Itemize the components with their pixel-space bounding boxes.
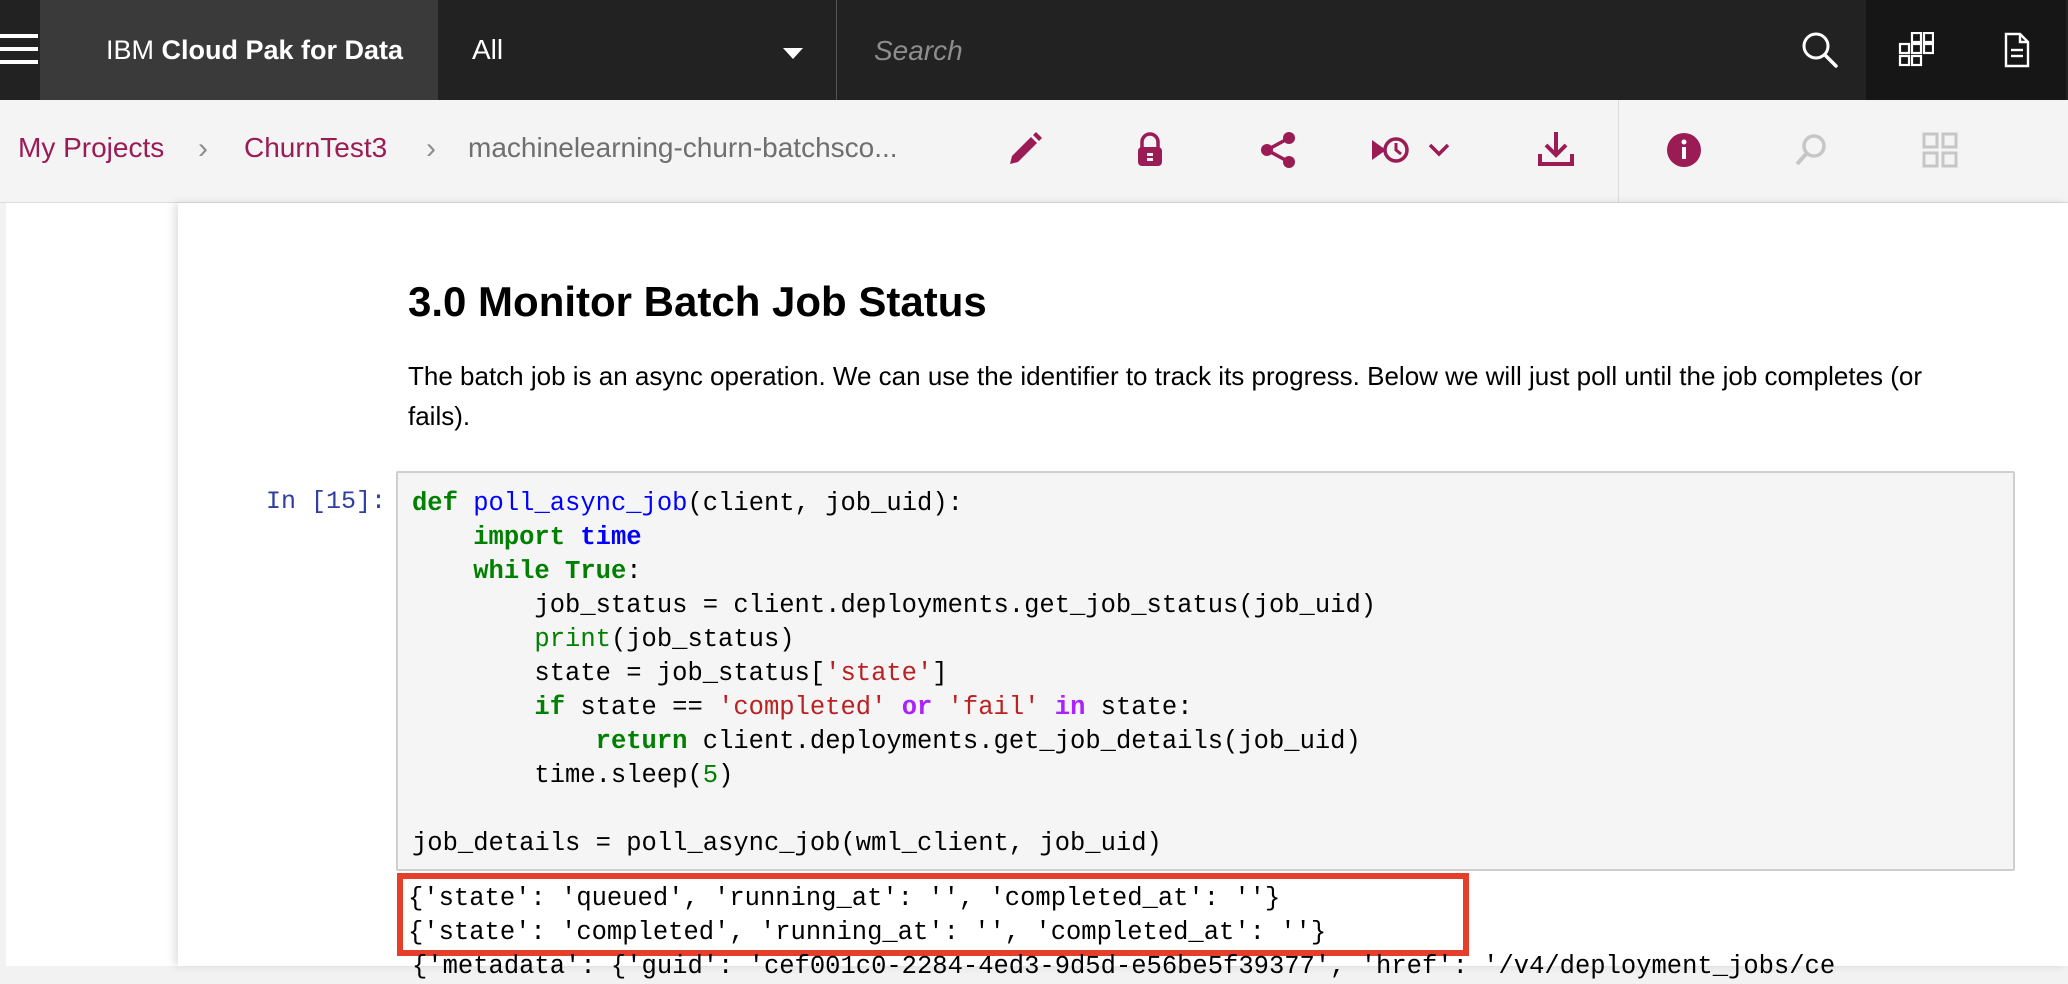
brand-name: Cloud Pak for Data — [161, 35, 404, 65]
cell-output-truncated-line: {'metadata': {'guid': 'cef001c0-2284-4ed… — [412, 952, 1836, 981]
code-cell[interactable]: def poll_async_job(client, job_uid): imp… — [396, 471, 2015, 871]
brand-prefix: IBM — [106, 35, 155, 65]
search-scope-value: All — [472, 34, 504, 65]
menu-icon[interactable] — [0, 34, 40, 66]
code-editor[interactable]: def poll_async_job(client, job_uid): imp… — [412, 487, 1376, 861]
download-icon[interactable] — [1532, 126, 1580, 174]
search-input[interactable] — [872, 28, 1756, 74]
share-icon[interactable] — [1254, 126, 1302, 174]
breadcrumb-separator-icon: › — [198, 132, 208, 165]
info-icon[interactable] — [1660, 126, 1708, 174]
edit-icon[interactable] — [1000, 126, 1048, 174]
breadcrumb-project[interactable]: ChurnTest3 — [244, 132, 387, 164]
highlight-box — [397, 873, 1469, 956]
documentation-button[interactable] — [1966, 0, 2066, 100]
find-icon — [1788, 126, 1836, 174]
top-header: IBM Cloud Pak for Data All — [0, 0, 2068, 100]
document-icon — [2004, 32, 2030, 68]
markdown-paragraph: The batch job is an async operation. We … — [408, 361, 1923, 431]
markdown-heading: 3.0 Monitor Batch Job Status — [408, 278, 987, 325]
toolbar-divider — [1618, 100, 1619, 202]
chevron-down-icon — [783, 48, 803, 59]
grid-icon — [1916, 126, 1964, 174]
search-bar — [838, 0, 1866, 100]
app-switcher-icon — [1898, 32, 1934, 67]
product-brand[interactable]: IBM Cloud Pak for Data — [40, 0, 438, 100]
app-switcher-button[interactable] — [1866, 0, 1966, 100]
project-toolbar: My Projects › ChurnTest3 › machinelearni… — [0, 100, 2068, 203]
lock-icon[interactable] — [1126, 126, 1174, 174]
version-history-icon[interactable] — [1368, 126, 1468, 174]
breadcrumb-notebook-name: machinelearning-churn-batchsco... — [468, 132, 898, 163]
breadcrumb-my-projects[interactable]: My Projects — [18, 132, 164, 164]
search-scope-dropdown[interactable]: All — [438, 0, 837, 100]
breadcrumb-separator-icon: › — [426, 132, 436, 165]
search-icon[interactable] — [1800, 30, 1840, 70]
cell-prompt: In [15]: — [265, 487, 386, 516]
